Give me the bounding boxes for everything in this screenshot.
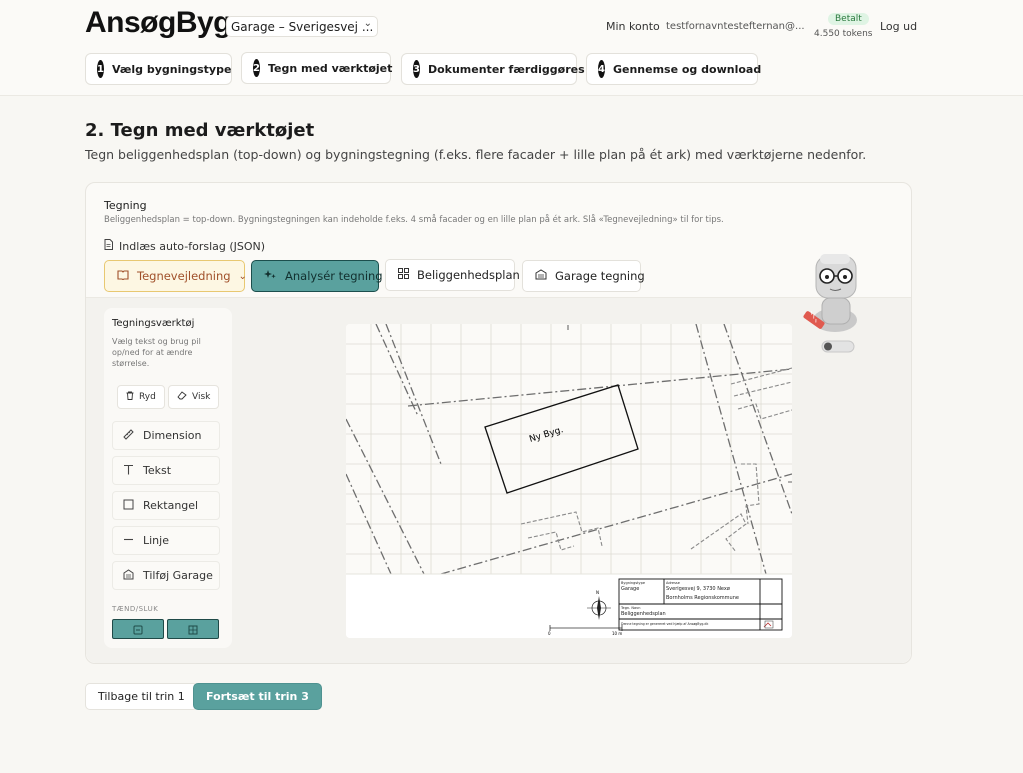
load-json-label: Indlæs auto-forslag (JSON) <box>119 239 266 253</box>
load-json-link[interactable]: Indlæs auto-forslag (JSON) <box>104 239 265 253</box>
trash-icon <box>126 391 134 403</box>
eraser-icon <box>177 391 187 403</box>
page-title: 2. Tegn med værktøjet <box>85 120 315 141</box>
clear-button[interactable]: Ryd <box>117 385 165 409</box>
step-label: Vælg bygningstype <box>111 62 232 76</box>
tool-rectangle[interactable]: Rektangel <box>112 491 220 520</box>
project-select-value: Garage – Sverigesvej ... <box>231 19 374 34</box>
tool-add-garage[interactable]: Tilføj Garage <box>112 561 220 590</box>
step-2[interactable]: 2 Tegn med værktøjet <box>241 52 393 84</box>
garage-icon <box>123 568 134 583</box>
titleblock-address-line2: Bornholms Regionskommune <box>666 595 739 601</box>
tool-label: Rektangel <box>143 499 199 512</box>
grid-icon <box>398 268 409 282</box>
tools-hint: Vælg tekst og brug pil op/ned for at ænd… <box>112 337 201 368</box>
tools-panel: Tegningsværktøj Vælg tekst og brug pil o… <box>104 308 232 648</box>
back-button[interactable]: Tilbage til trin 1 <box>85 683 198 710</box>
north-label: N <box>596 590 599 595</box>
line-icon <box>123 534 134 548</box>
chevron-down-icon: ⌄ <box>363 18 372 29</box>
my-account-link[interactable]: Min konto <box>606 20 660 33</box>
text-icon <box>123 464 134 478</box>
step-label: Dokumenter færdiggøres <box>427 62 585 76</box>
site-plan-drawing: Ny Byg. N 0 10 m Bygningstype Garage Adr… <box>346 324 792 638</box>
app-logo[interactable]: AnsøgByg <box>85 6 232 40</box>
tool-label: Tilføj Garage <box>143 569 213 582</box>
project-select[interactable]: Garage – Sverigesvej ... ⌄ <box>226 16 378 37</box>
titleblock-address-label: Adresse <box>666 581 680 585</box>
titleblock-footer: Denne tegning er genereret ved hjælp af … <box>621 622 708 626</box>
page-subtitle: Tegn beliggenhedsplan (top-down) og bygn… <box>85 147 867 162</box>
tool-label: Dimension <box>143 429 202 442</box>
drawing-card: Tegning Beliggenhedsplan = top-down. Byg… <box>85 182 912 664</box>
step-3[interactable]: 3 Dokumenter færdiggøres <box>401 53 585 85</box>
canvas-area: Tegningsværktøj Vælg tekst og brug pil o… <box>86 297 911 663</box>
titleblock-type-label: Bygningstype <box>621 581 645 585</box>
drawing-guide-label: Tegnevejledning <box>137 269 231 283</box>
tool-dimension[interactable]: Dimension <box>112 421 220 450</box>
titleblock-type-value: Garage <box>621 586 639 592</box>
toggle-map-button[interactable] <box>167 619 219 639</box>
ruler-icon <box>123 428 134 443</box>
tool-text[interactable]: Tekst <box>112 456 220 485</box>
erase-button[interactable]: Visk <box>168 385 220 409</box>
drawing-canvas[interactable]: Ny Byg. N 0 10 m Bygningstype Garage Adr… <box>346 324 792 638</box>
step-label: Gennemse og download <box>612 62 762 76</box>
garage-drawing-button[interactable]: Garage tegning <box>522 260 645 292</box>
erase-label: Visk <box>192 392 211 402</box>
chevron-down-icon: ⌄ <box>238 270 247 282</box>
drawing-guide-button[interactable]: Tegnevejledning ⌄ <box>104 260 247 292</box>
toggle-grid-button[interactable] <box>112 619 164 639</box>
garage-drawing-label: Garage tegning <box>555 269 645 283</box>
token-count: 4.550 tokens <box>814 29 873 39</box>
card-hint: Beliggenhedsplan = top-down. Bygningsteg… <box>104 215 724 225</box>
tools-title: Tegningsværktøj <box>112 318 195 329</box>
continue-button[interactable]: Fortsæt til trin 3 <box>193 683 322 710</box>
step-number: 4 <box>598 60 605 78</box>
user-email: testfornavntestefternan@... <box>666 21 805 32</box>
status-badge: Betalt <box>828 13 869 25</box>
layers-icon <box>133 620 143 639</box>
clear-label: Ryd <box>139 392 156 402</box>
logout-link[interactable]: Log ud <box>880 20 917 33</box>
rectangle-icon <box>123 499 134 513</box>
titleblock-drawing-value: Beliggenhedsplan <box>621 611 666 617</box>
tool-label: Tekst <box>143 464 172 477</box>
toggle-label: TÆND/SLUK <box>112 605 159 613</box>
garage-icon <box>535 269 547 283</box>
sparkle-icon <box>264 269 277 284</box>
step-1[interactable]: 1 Vælg bygningstype <box>85 53 232 85</box>
file-icon <box>104 239 113 253</box>
site-plan-button[interactable]: Beliggenhedsplan <box>385 259 520 291</box>
step-number: 3 <box>413 60 420 78</box>
titleblock-address-line1: Sverigesvej 9, 3730 Nexø <box>666 586 730 592</box>
step-4[interactable]: 4 Gennemse og download <box>586 53 762 85</box>
grid-icon <box>188 620 198 639</box>
analyze-drawing-button[interactable]: Analysér tegning <box>251 260 383 292</box>
tool-line[interactable]: Linje <box>112 526 220 555</box>
site-plan-label: Beliggenhedsplan <box>417 268 520 282</box>
card-title: Tegning <box>104 199 147 212</box>
step-number: 1 <box>97 60 104 78</box>
titleblock-drawing-label: Tegn. Navn <box>620 606 640 610</box>
step-number: 2 <box>253 59 260 77</box>
step-label: Tegn med værktøjet <box>267 61 393 75</box>
scale-end-label: 10 m <box>612 631 622 636</box>
analyze-drawing-label: Analysér tegning <box>285 269 383 283</box>
book-icon <box>117 269 129 283</box>
robot-assistant[interactable] <box>800 250 870 356</box>
tool-label: Linje <box>143 534 169 547</box>
